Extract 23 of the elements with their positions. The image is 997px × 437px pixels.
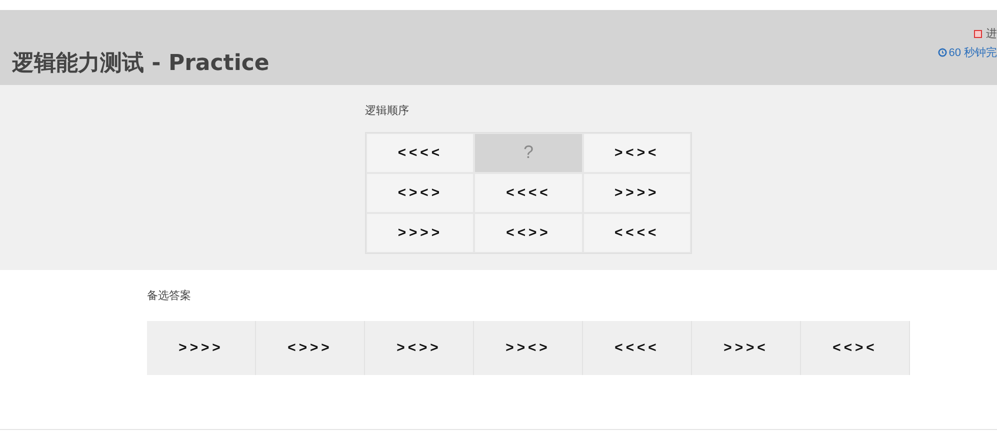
answer-option[interactable]: ><>> — [365, 320, 474, 374]
section-label: 逻辑顺序 — [365, 104, 410, 119]
answer-option[interactable]: >>>> — [147, 320, 256, 374]
clock-icon — [938, 48, 947, 58]
flag-icon — [974, 30, 982, 38]
answer-option[interactable]: <>>> — [256, 320, 365, 374]
answer-option[interactable]: <<>< — [801, 320, 910, 374]
sequence-cell: <<<< — [474, 172, 583, 212]
sequence-cell: ><>< — [582, 132, 691, 172]
sequence-cell: <<<< — [582, 212, 691, 252]
answer-option[interactable]: >><> — [474, 320, 583, 374]
page-title: 逻辑能力测试 - Practice — [12, 53, 270, 75]
missing-cell: ? — [474, 132, 583, 172]
section-label: 备选答案 — [147, 288, 192, 304]
sequence-cell: >>>> — [366, 212, 474, 252]
timer-text: 60 秒钟完 — [948, 46, 997, 60]
sequence-cell: <<>> — [474, 212, 583, 252]
status-text: 进 — [986, 27, 997, 42]
answer-option[interactable]: >>>< — [692, 320, 801, 374]
sequence-cell: >>>> — [582, 172, 691, 212]
answer-option[interactable]: <<<< — [583, 320, 692, 374]
sequence-cell: <<<< — [366, 132, 474, 172]
sequence-cell: <><> — [366, 172, 474, 212]
